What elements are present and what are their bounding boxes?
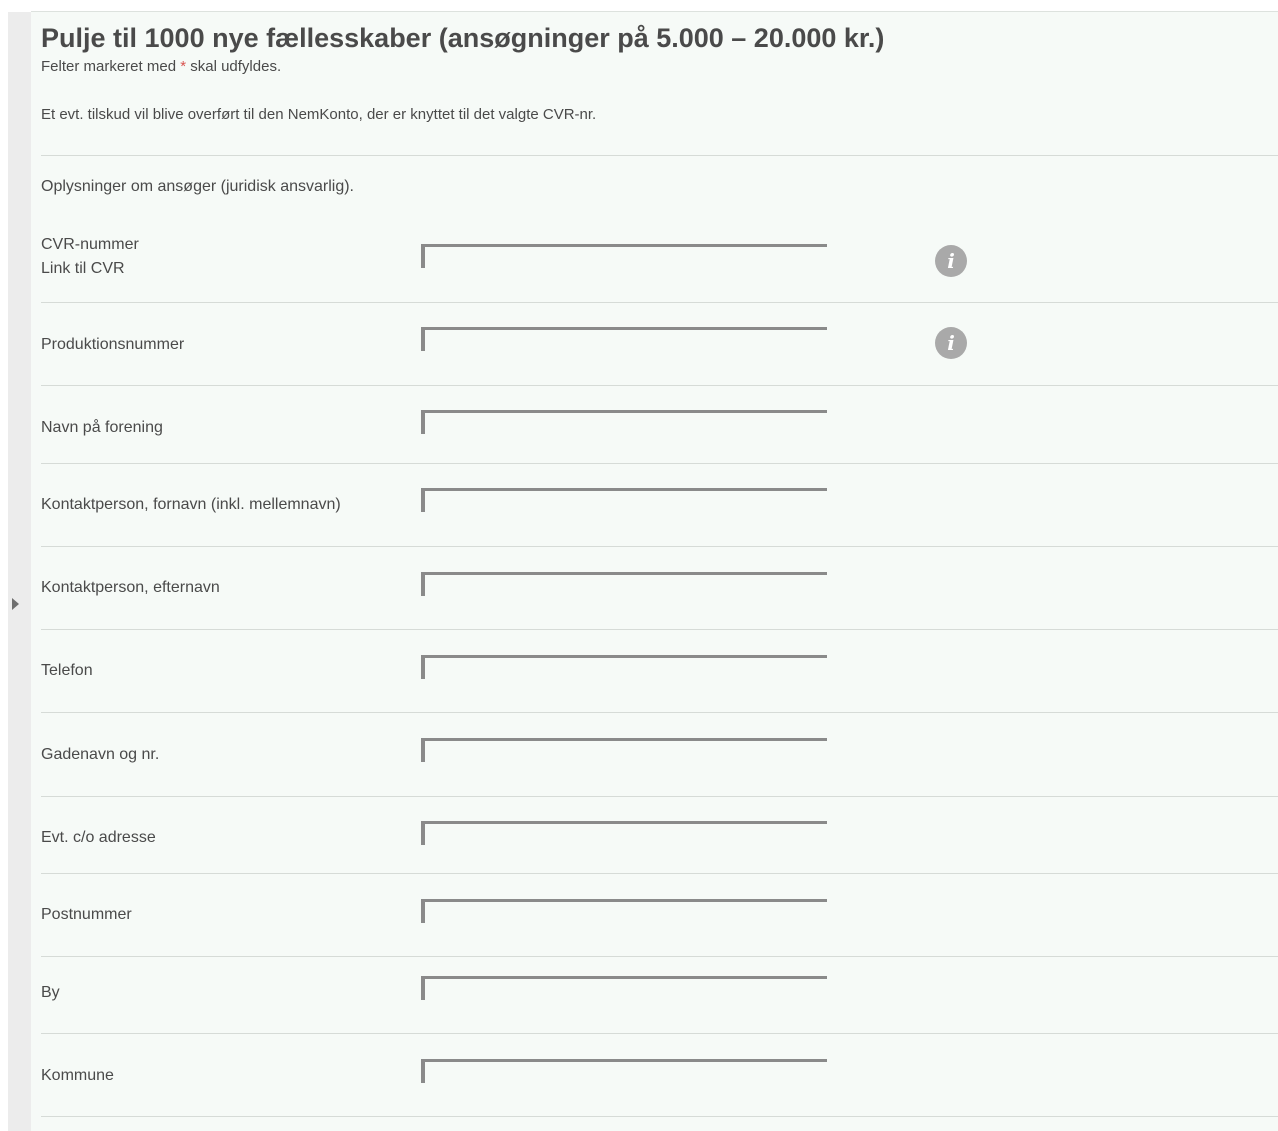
page: Pulje til 1000 nye fællesskaber (ansøgni… — [0, 0, 1278, 1131]
field-label-cvr: CVR-nummer Link til CVR — [41, 233, 139, 281]
kommune-input[interactable] — [421, 1059, 827, 1083]
divider — [41, 712, 1278, 713]
caret-right-icon[interactable] — [12, 598, 19, 610]
form-panel: Pulje til 1000 nye fællesskaber (ansøgni… — [31, 11, 1278, 1131]
forening-input[interactable] — [421, 410, 827, 434]
divider — [41, 796, 1278, 797]
divider — [41, 956, 1278, 957]
fornavn-input[interactable] — [421, 488, 827, 512]
divider — [41, 385, 1278, 386]
info-icon[interactable]: i — [935, 327, 967, 359]
postnummer-input[interactable] — [421, 899, 827, 923]
field-label-efternavn: Kontaktperson, efternavn — [41, 579, 220, 596]
divider — [41, 302, 1278, 303]
form-title: Pulje til 1000 nye fællesskaber (ansøgni… — [41, 23, 885, 53]
divider — [41, 1033, 1278, 1034]
field-label-kommune: Kommune — [41, 1067, 114, 1084]
produktionsnummer-input[interactable] — [421, 327, 827, 351]
divider — [41, 155, 1278, 156]
field-label-produktionsnummer: Produktionsnummer — [41, 336, 185, 353]
by-input[interactable] — [421, 976, 827, 1000]
gadenavn-input[interactable] — [421, 738, 827, 762]
divider — [41, 546, 1278, 547]
required-fields-note: Felter markeret med * skal udfyldes. — [41, 57, 281, 77]
field-label-forening: Navn på forening — [41, 419, 163, 436]
field-label-co-adresse: Evt. c/o adresse — [41, 829, 156, 846]
divider — [41, 873, 1278, 874]
required-note-text-end: skal udfyldes. — [186, 58, 282, 75]
field-label-gadenavn: Gadenavn og nr. — [41, 746, 160, 763]
required-note-text: Felter markeret med — [41, 58, 181, 75]
efternavn-input[interactable] — [421, 572, 827, 596]
field-label-postnummer: Postnummer — [41, 906, 132, 923]
telefon-input[interactable] — [421, 655, 827, 679]
intro-text: Et evt. tilskud vil blive overført til d… — [41, 106, 597, 123]
left-gutter — [8, 12, 31, 1131]
info-icon[interactable]: i — [935, 245, 967, 277]
field-label-telefon: Telefon — [41, 662, 93, 679]
section-label: Oplysninger om ansøger (juridisk ansvarl… — [41, 178, 354, 195]
field-label-by: By — [41, 984, 60, 1001]
field-label-cvr-text: CVR-nummer — [41, 236, 139, 253]
co-adresse-input[interactable] — [421, 821, 827, 845]
divider — [41, 629, 1278, 630]
divider — [41, 1116, 1278, 1117]
cvr-input[interactable] — [421, 244, 827, 268]
cvr-link[interactable]: Link til CVR — [41, 257, 139, 281]
divider — [41, 463, 1278, 464]
field-label-fornavn: Kontaktperson, fornavn (inkl. mellemnavn… — [41, 496, 341, 513]
